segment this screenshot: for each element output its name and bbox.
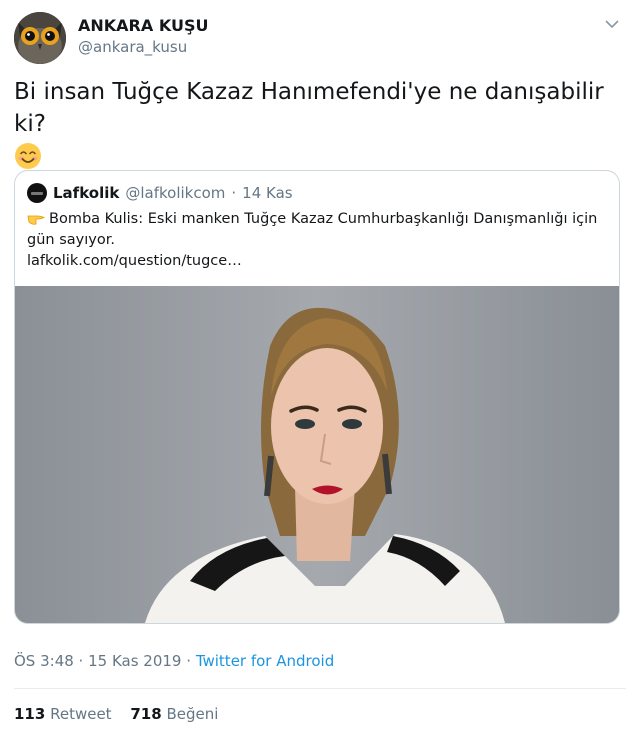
chevron-down-icon[interactable] xyxy=(604,16,620,32)
retweets-stat[interactable]: 113 Retweet xyxy=(14,705,112,723)
author-block: ANKARA KUŞU @ankara_kusu xyxy=(78,16,208,57)
author-avatar[interactable] xyxy=(14,12,66,64)
author-handle[interactable]: @ankara_kusu xyxy=(78,37,208,57)
quoted-date: 14 Kas xyxy=(242,184,293,202)
quoted-separator: · xyxy=(231,184,237,202)
tweet-source-link[interactable]: Twitter for Android xyxy=(196,652,334,670)
quoted-author-name: Lafkolik xyxy=(53,184,120,202)
tweet-timestamp[interactable]: ÖS 3:48 · 15 Kas 2019 xyxy=(14,652,181,670)
author-name[interactable]: ANKARA KUŞU xyxy=(78,16,208,36)
tweet-stats: 113 Retweet 718 Beğeni xyxy=(14,705,232,723)
lafkolik-logo-icon xyxy=(31,191,43,195)
stats-divider xyxy=(14,688,626,689)
quoted-tweet-header: Lafkolik @lafkolikcom · 14 Kas xyxy=(27,183,293,203)
portrait-photo-image xyxy=(15,286,619,623)
smiling-face-emoji-icon xyxy=(15,143,41,169)
likes-stat[interactable]: 718 Beğeni xyxy=(130,705,218,723)
quoted-tweet-card[interactable]: Lafkolik @lafkolikcom · 14 Kas Bomba Kul… xyxy=(14,170,620,624)
tweet-text-block: Bi insan Tuğçe Kazaz Hanımefendi'ye ne d… xyxy=(14,76,614,170)
likes-count: 718 xyxy=(130,705,162,723)
likes-label: Beğeni xyxy=(166,705,219,723)
quoted-tweet-body: Bomba Kulis: Eski manken Tuğçe Kazaz Cum… xyxy=(27,209,605,272)
tweet-meta: ÖS 3:48 · 15 Kas 2019 · Twitter for Andr… xyxy=(14,652,334,670)
retweets-count: 113 xyxy=(14,705,46,723)
quoted-author-avatar xyxy=(27,183,47,203)
owl-avatar-image xyxy=(14,12,66,64)
quoted-tweet-text: Bomba Kulis: Eski manken Tuğçe Kazaz Cum… xyxy=(27,211,598,248)
pointing-right-emoji-icon xyxy=(27,215,45,225)
quoted-tweet-link[interactable]: lafkolik.com/question/tugce… xyxy=(27,253,242,269)
tweet-text: Bi insan Tuğçe Kazaz Hanımefendi'ye ne d… xyxy=(14,79,604,137)
quoted-tweet-photo[interactable] xyxy=(15,286,619,623)
meta-separator: · xyxy=(186,652,192,670)
quoted-author-handle: @lafkolikcom xyxy=(125,184,226,202)
retweets-label: Retweet xyxy=(50,705,112,723)
